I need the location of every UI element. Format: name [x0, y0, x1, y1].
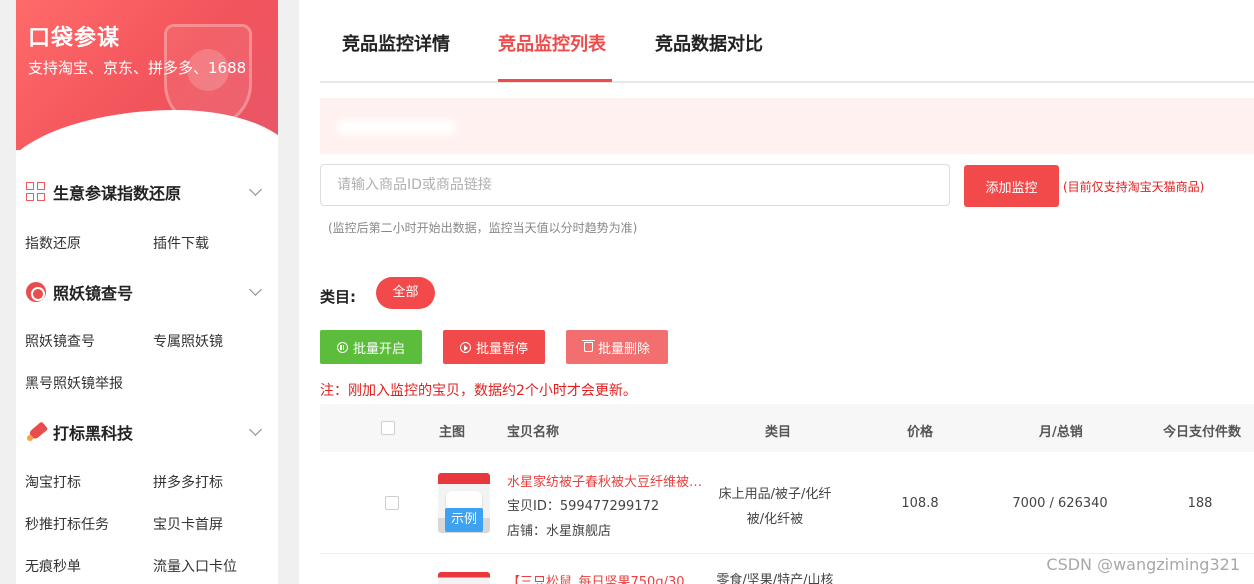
grid-icon [26, 182, 46, 202]
batch-delete-button[interactable]: 批量删除 [566, 330, 668, 364]
sidebar: 口袋参谋 支持淘宝、京东、拼多多、1688 生意参谋指数还原 指数还原 插件下载… [16, 0, 278, 584]
monitor-hint: (监控后第二小时开始出数据，监控当天值以分时趋势为准) [328, 221, 638, 235]
menu-title: 打标黑科技 [53, 424, 134, 443]
sidebar-item-mirror-check[interactable]: 照妖镜查号 [25, 331, 95, 351]
product-category-2: 被/化纤被 [746, 512, 804, 527]
sidebar-item-first-screen[interactable]: 宝贝卡首屏 [153, 514, 223, 534]
product-name-link[interactable]: 【三只松鼠_每日坚果750g/30包】 [507, 571, 707, 584]
sidebar-item-pdd-tag[interactable]: 拼多多打标 [153, 472, 223, 492]
tab-monitor-detail[interactable]: 竞品监控详情 [342, 30, 450, 56]
batch-start-label: 批量开启 [352, 341, 405, 357]
menu-head-index[interactable]: 生意参谋指数还原 [16, 178, 278, 206]
product-id-input[interactable] [320, 164, 950, 206]
select-all-checkbox[interactable] [381, 421, 395, 435]
product-category-1: 床上用品/被子/化纤 [718, 487, 832, 502]
batch-start-button[interactable]: 批量开启 [320, 330, 422, 364]
product-name-link[interactable]: 水星家纺被子春秋被大豆纤维被夏凉被 [507, 471, 712, 490]
product-shop: 店铺：水星旗舰店 [507, 524, 612, 539]
tab-data-compare[interactable]: 竞品数据对比 [655, 30, 763, 56]
add-monitor-button[interactable]: 添加监控 [964, 165, 1059, 207]
col-price: 价格 [907, 425, 934, 440]
sidebar-item-exclusive-mirror[interactable]: 专属照妖镜 [153, 331, 223, 351]
category-all-pill[interactable]: 全部 [376, 277, 435, 309]
product-id: 宝贝ID：599477299172 [507, 499, 660, 514]
menu-title: 照妖镜查号 [53, 284, 134, 303]
product-thumbnail[interactable] [438, 572, 490, 584]
menu-title: 生意参谋指数还原 [53, 184, 182, 203]
col-image: 主图 [439, 425, 466, 440]
brand-title: 口袋参谋 [28, 26, 121, 51]
category-label: 类目: [320, 288, 356, 306]
update-warning: 注：刚加入监控的宝贝，数据约2个小时才会更新。 [320, 383, 637, 399]
col-category: 类目 [765, 425, 792, 440]
menu-section-mirror: 照妖镜查号 [16, 278, 278, 306]
batch-delete-label: 批量删除 [597, 341, 650, 357]
active-tab-indicator [498, 79, 612, 82]
sidebar-item-index-restore[interactable]: 指数还原 [25, 233, 81, 253]
col-today: 今日支付件数 [1163, 425, 1242, 440]
sidebar-item-black-report[interactable]: 黑号照妖镜举报 [25, 373, 123, 393]
menu-head-mirror[interactable]: 照妖镜查号 [16, 278, 278, 306]
sidebar-item-traffic-slot[interactable]: 流量入口卡位 [153, 556, 237, 576]
batch-pause-label: 批量暂停 [475, 341, 528, 357]
col-sales: 月/总销 [1039, 425, 1083, 440]
sidebar-item-plugin-download[interactable]: 插件下载 [153, 233, 209, 253]
rocket-icon [26, 422, 46, 442]
sidebar-item-seamless-order[interactable]: 无痕秒单 [25, 556, 81, 576]
product-category-1: 零食/坚果/特产/山核 [716, 573, 834, 584]
menu-head-tagging[interactable]: 打标黑科技 [16, 418, 278, 446]
mirror-icon [26, 282, 46, 302]
chevron-down-icon[interactable] [249, 183, 262, 196]
menu-section-index: 生意参谋指数还原 [16, 178, 278, 206]
example-badge: 示例 [445, 508, 483, 532]
menu-section-tagging: 打标黑科技 [16, 418, 278, 446]
tab-monitor-list[interactable]: 竞品监控列表 [498, 30, 606, 56]
chevron-down-icon[interactable] [249, 423, 262, 436]
play-circle-icon [459, 341, 471, 353]
table-row[interactable]: 示例 水星家纺被子春秋被大豆纤维被夏凉被 宝贝ID：599477299172 店… [320, 452, 1254, 554]
sidebar-item-taobao-tag[interactable]: 淘宝打标 [25, 472, 81, 492]
product-price: 108.8 [901, 496, 939, 511]
blurred-notice-text [336, 120, 456, 134]
add-note: (目前仅支持淘宝天猫商品) [1063, 180, 1205, 194]
chevron-down-icon[interactable] [249, 283, 262, 296]
pause-circle-icon [336, 341, 348, 353]
watermark: CSDN @wangziming321 [1046, 555, 1240, 574]
tab-bar: 竞品监控详情 竞品监控列表 竞品数据对比 [320, 0, 1254, 83]
product-sales: 7000 / 626340 [1012, 496, 1108, 511]
main-panel: 竞品监控详情 竞品监控列表 竞品数据对比 添加监控 (目前仅支持淘宝天猫商品) … [299, 0, 1254, 584]
trash-icon [581, 340, 595, 352]
product-today-paid: 188 [1187, 496, 1213, 511]
batch-pause-button[interactable]: 批量暂停 [443, 330, 545, 364]
table-header: 主图 宝贝名称 类目 价格 月/总销 今日支付件数 [320, 404, 1254, 452]
row-checkbox[interactable] [385, 496, 399, 510]
brand-banner: 口袋参谋 支持淘宝、京东、拼多多、1688 [16, 0, 278, 150]
brand-subtitle: 支持淘宝、京东、拼多多、1688 [28, 59, 247, 77]
col-name: 宝贝名称 [507, 425, 560, 440]
sidebar-item-push-task[interactable]: 秒推打标任务 [25, 514, 109, 534]
notice-banner [320, 98, 1254, 154]
